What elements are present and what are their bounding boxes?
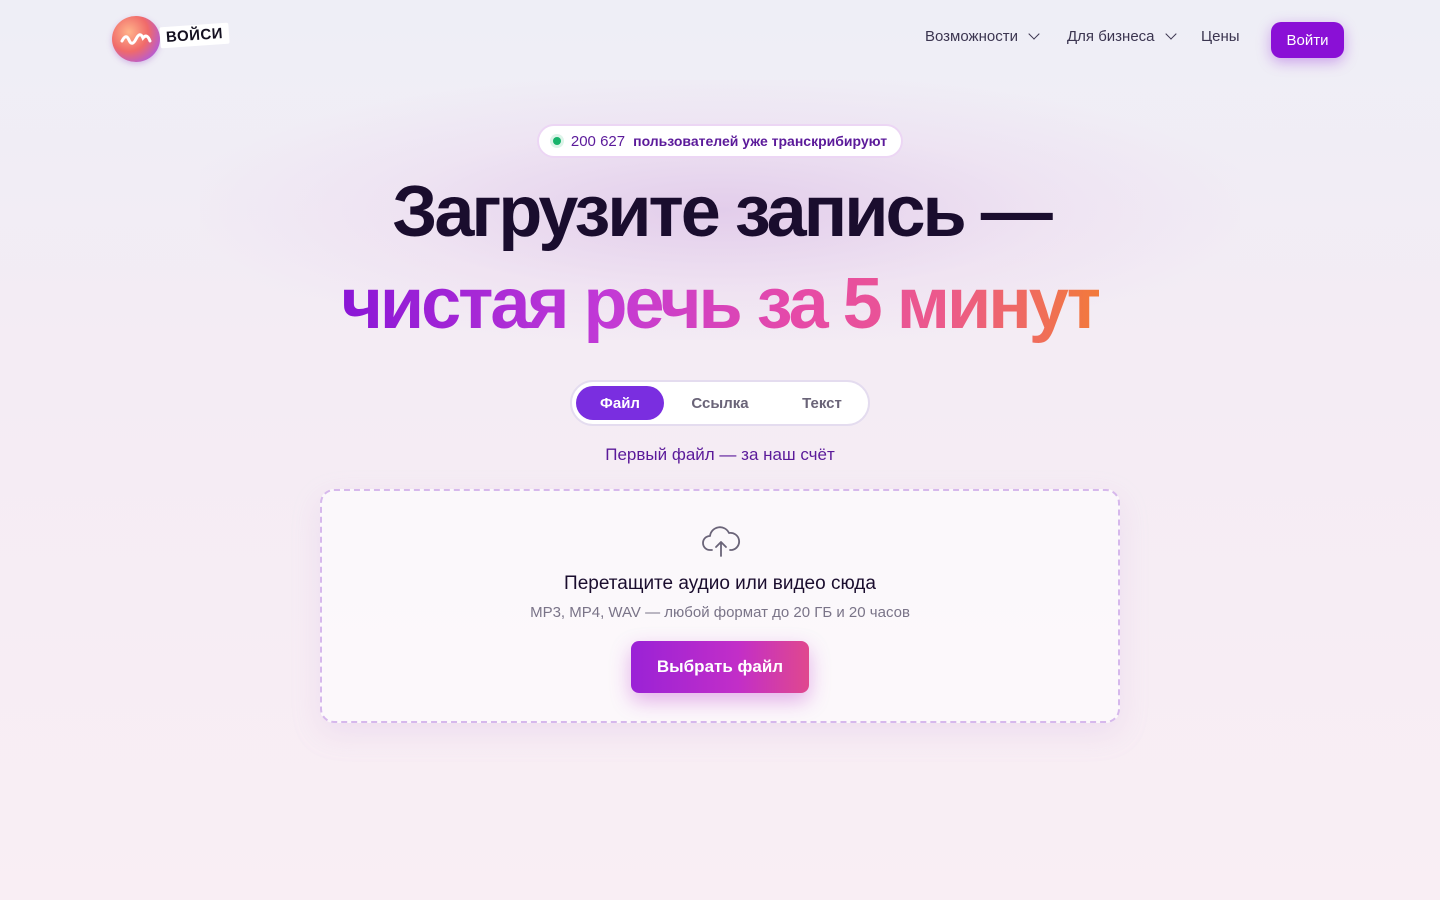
login-button[interactable]: Войти	[1271, 22, 1344, 58]
tab-file[interactable]: Файл	[576, 386, 664, 420]
choose-file-button[interactable]: Выбрать файл	[631, 641, 809, 693]
chevron-down-icon	[1164, 28, 1177, 40]
hero-title-gradient-text: чистая речь за 5 минут	[341, 264, 1102, 344]
brand-wordmark: ВОЙСИ	[159, 22, 230, 49]
users-counter-text: пользователей уже транскрибируют	[633, 133, 888, 149]
dropzone-title: Перетащите аудио или видео сюда	[564, 573, 876, 594]
site-header: ВОЙСИ Возможности Для бизнеса Цены Войти	[0, 0, 1440, 80]
file-dropzone[interactable]: Перетащите аудио или видео сюда MP3, MP4…	[320, 489, 1120, 723]
hero-title-line-1: Загрузите запись —	[392, 172, 1053, 252]
nav-prices[interactable]: Цены	[1201, 28, 1240, 45]
tab-text[interactable]: Текст	[778, 386, 866, 420]
users-count: 200 627	[570, 132, 626, 150]
nav-business-label: Для бизнеса	[1067, 28, 1155, 45]
users-counter-badge: 200 627 пользователей уже транскрибируют	[537, 124, 903, 158]
input-mode-tabs: Файл Ссылка Текст	[570, 380, 870, 426]
nav-features-label: Возможности	[925, 28, 1018, 45]
nav-features[interactable]: Возможности	[925, 28, 1040, 45]
brand-logo[interactable]: ВОЙСИ	[112, 16, 244, 64]
dropzone-subtitle: MP3, MP4, WAV — любой формат до 20 ГБ и …	[530, 604, 910, 621]
hero-title-line-2: чистая речь за 5 минут	[0, 268, 1440, 340]
nav-business[interactable]: Для бизнеса	[1067, 28, 1177, 45]
logo-orb-icon	[112, 16, 160, 62]
cloud-upload-icon	[702, 526, 740, 557]
chevron-down-icon	[1028, 28, 1040, 40]
online-status-dot-icon	[552, 137, 561, 145]
tab-link[interactable]: Ссылка	[676, 386, 764, 420]
free-first-file-note: Первый файл — за наш счёт	[605, 445, 835, 464]
nav-prices-label: Цены	[1201, 28, 1240, 45]
